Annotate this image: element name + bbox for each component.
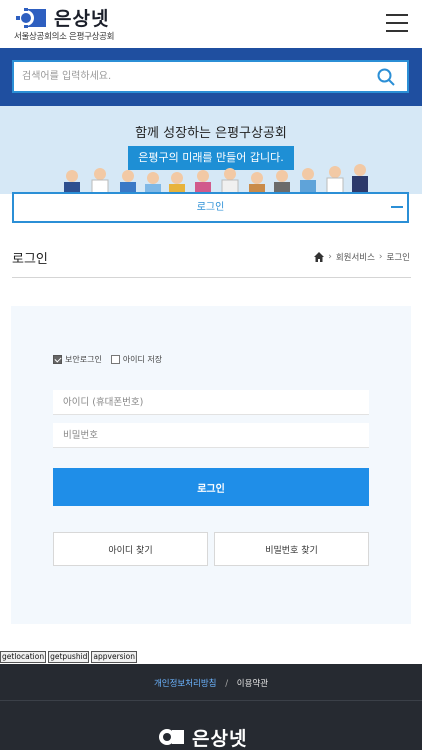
home-icon[interactable] (314, 252, 325, 262)
brand-logo[interactable]: 은상넷 서울상공회의소 은평구상공회 (14, 6, 154, 42)
login-bar-label: 로그인 (196, 202, 225, 213)
gear-logo-icon (159, 729, 184, 745)
breadcrumb-item[interactable]: 회원서비스 (336, 251, 375, 263)
privacy-policy-link[interactable]: 개인정보처리방침 (154, 679, 217, 689)
terms-link[interactable]: 이용약관 (237, 679, 268, 689)
search-icon[interactable] (377, 68, 395, 86)
find-id-button[interactable]: 아이디 찾기 (53, 532, 208, 566)
footer-divider (0, 700, 422, 701)
footer-links: 개인정보처리방침 / 이용약관 (0, 677, 422, 689)
debug-toolbar: getlocation getpushid appversion (0, 651, 138, 663)
getlocation-button[interactable]: getlocation (0, 651, 47, 663)
login-panel: 보안로그인 아이디 저장 로그인 아이디 찾기 비밀번호 찾기 (11, 306, 411, 624)
page-title: 로그인 (12, 252, 48, 267)
hero-banner: 함께 성장하는 은평구상공회 은평구의 미래를 만들어 갑니다. (0, 106, 422, 194)
site-footer: 개인정보처리방침 / 이용약관 은상넷 (0, 664, 422, 750)
getpushid-button[interactable]: getpushid (48, 651, 90, 663)
login-bar[interactable]: 로그인 (12, 192, 409, 223)
divider (12, 277, 411, 278)
search-box (12, 60, 409, 93)
footer-logo: 은상넷 (158, 724, 268, 750)
brand-subtitle: 서울상공회의소 은평구상공회 (14, 32, 115, 42)
search-input[interactable] (22, 62, 362, 91)
hamburger-menu-icon[interactable] (386, 14, 408, 32)
save-id-label: 아이디 저장 (122, 355, 163, 364)
login-submit-button[interactable]: 로그인 (53, 468, 369, 506)
appversion-button[interactable]: appversion (91, 651, 138, 663)
chevron-right-icon: › (378, 252, 383, 262)
footer-brand-name: 은상넷 (192, 728, 248, 750)
breadcrumb-item: 로그인 (386, 253, 410, 263)
brand-name: 은상넷 (54, 8, 110, 30)
chevron-right-icon: › (328, 252, 332, 262)
breadcrumb: › 회원서비스 › 로그인 (314, 251, 410, 263)
gear-logo-icon (16, 8, 46, 28)
secure-login-label: 보안로그인 (65, 355, 102, 364)
app-header: 은상넷 서울상공회의소 은평구상공회 (0, 0, 422, 48)
search-section (0, 48, 422, 106)
secure-login-checkbox[interactable] (53, 355, 62, 364)
collapse-icon (391, 206, 403, 208)
footer-separator: / (225, 679, 229, 689)
people-illustration (64, 164, 368, 194)
password-input[interactable] (53, 423, 369, 448)
banner-title: 함께 성장하는 은평구상공회 (135, 126, 287, 141)
login-options: 보안로그인 아이디 저장 (53, 354, 171, 365)
save-id-checkbox[interactable] (110, 355, 120, 364)
user-id-input[interactable] (53, 390, 369, 415)
find-password-button[interactable]: 비밀번호 찾기 (214, 532, 369, 566)
